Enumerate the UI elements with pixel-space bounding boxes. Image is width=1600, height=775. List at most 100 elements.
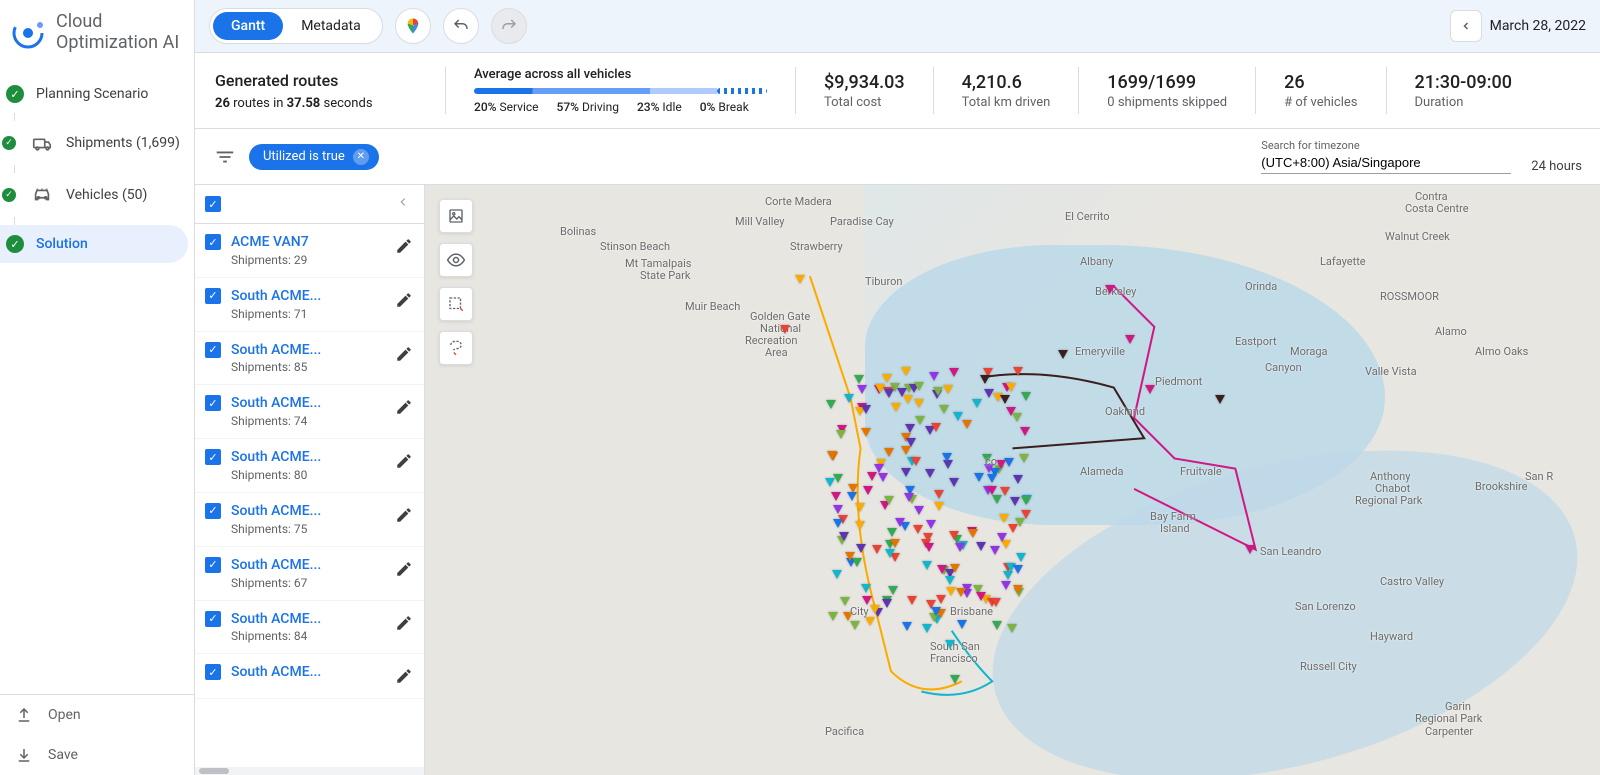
route-item[interactable]: ✓ South ACME... Shipments: 67 [195, 547, 424, 601]
tab-gantt[interactable]: Gantt [213, 12, 283, 40]
num-vehicles: 26 # of vehicles [1255, 67, 1385, 114]
save-button[interactable]: Save [0, 735, 194, 775]
map-controls [439, 199, 473, 365]
route-checkbox[interactable]: ✓ [205, 664, 221, 680]
route-name[interactable]: ACME VAN7 [231, 234, 382, 251]
generated-routes-sub: 26 routes in 37.58 seconds [215, 96, 417, 111]
lasso-icon [447, 339, 465, 357]
date-picker: March 28, 2022 [1450, 10, 1586, 42]
edit-route-button[interactable] [392, 611, 416, 635]
route-item[interactable]: ✓ ACME VAN7 Shipments: 29 [195, 224, 424, 278]
action-label: Open [48, 707, 81, 723]
edit-route-button[interactable] [392, 557, 416, 581]
route-name[interactable]: South ACME... [231, 395, 382, 412]
pencil-icon [395, 560, 413, 578]
nav-shipments[interactable]: ✓ Shipments (1,699) [0, 121, 188, 165]
nav-label: Solution [36, 236, 88, 252]
map-layers-button[interactable] [439, 199, 473, 233]
route-name[interactable]: South ACME... [231, 557, 382, 574]
route-list-body[interactable]: ✓ ACME VAN7 Shipments: 29 ✓ South ACME..… [195, 224, 424, 767]
upload-icon [14, 705, 34, 725]
route-name[interactable]: South ACME... [231, 342, 382, 359]
filter-icon [214, 146, 236, 168]
filter-button[interactable] [213, 145, 237, 169]
route-item[interactable]: ✓ South ACME... Shipments: 71 [195, 278, 424, 332]
brand-logo: Cloud Optimization AI [0, 0, 194, 65]
timezone-field: Search for timezone [1261, 139, 1511, 174]
filter-chip-utilized[interactable]: Utilized is true ✕ [249, 144, 379, 170]
route-shipments: Shipments: 71 [231, 307, 382, 321]
check-icon: ✓ [6, 85, 24, 103]
nav-vehicles[interactable]: ✓ Vehicles (50) [0, 173, 188, 217]
route-checkbox[interactable]: ✓ [205, 342, 221, 358]
avg-bar [474, 88, 767, 94]
route-item[interactable]: ✓ South ACME... Shipments: 80 [195, 439, 424, 493]
shipments-skipped: 1699/1699 0 shipments skipped [1078, 67, 1255, 114]
date-prev-button[interactable] [1450, 10, 1482, 42]
map-lasso-button[interactable] [439, 331, 473, 365]
pencil-icon [395, 398, 413, 416]
route-checkbox[interactable]: ✓ [205, 557, 221, 573]
route-item[interactable]: ✓ South ACME... [195, 654, 424, 699]
generated-routes: Generated routes 26 routes in 37.58 seco… [215, 67, 445, 114]
map-visibility-button[interactable] [439, 243, 473, 277]
route-checkbox[interactable]: ✓ [205, 395, 221, 411]
route-name[interactable]: South ACME... [231, 449, 382, 466]
image-icon [447, 207, 465, 225]
route-item[interactable]: ✓ South ACME... Shipments: 84 [195, 601, 424, 655]
route-checkbox[interactable]: ✓ [205, 611, 221, 627]
chip-remove-button[interactable]: ✕ [353, 149, 369, 165]
route-shipments: Shipments: 67 [231, 576, 382, 590]
collapse-panel-button[interactable] [392, 191, 414, 217]
edit-route-button[interactable] [392, 342, 416, 366]
edit-route-button[interactable] [392, 395, 416, 419]
route-name[interactable]: South ACME... [231, 664, 382, 681]
eye-icon [446, 250, 466, 270]
route-checkbox[interactable]: ✓ [205, 503, 221, 519]
brand-icon [10, 15, 46, 51]
open-button[interactable]: Open [0, 695, 194, 735]
nav-label: Shipments (1,699) [66, 135, 180, 151]
nav-planning-scenario[interactable]: ✓ Planning Scenario [0, 75, 188, 113]
route-checkbox[interactable]: ✓ [205, 449, 221, 465]
metric-title: Average across all vehicles [474, 67, 767, 82]
date-label: March 28, 2022 [1490, 18, 1586, 34]
tab-metadata[interactable]: Metadata [283, 12, 379, 40]
route-shipments: Shipments: 74 [231, 414, 382, 428]
route-checkbox[interactable]: ✓ [205, 234, 221, 250]
maps-pin-icon [404, 17, 422, 35]
view-toggle: Gantt Metadata [209, 8, 383, 44]
edit-route-button[interactable] [392, 288, 416, 312]
box-select-icon [447, 295, 465, 313]
edit-route-button[interactable] [392, 449, 416, 473]
maps-pin-button[interactable] [395, 8, 431, 44]
timezone-input[interactable] [1261, 152, 1511, 174]
route-name[interactable]: South ACME... [231, 288, 382, 305]
route-list: ✓ ✓ ACME VAN7 Shipments: 29 ✓ South ACME… [195, 185, 425, 775]
route-item[interactable]: ✓ South ACME... Shipments: 75 [195, 493, 424, 547]
route-name[interactable]: South ACME... [231, 611, 382, 628]
select-all-checkbox[interactable]: ✓ [205, 196, 221, 212]
map[interactable]: Corte MaderaBolinasMill ValleyParadise C… [425, 185, 1600, 775]
filter-bar: Utilized is true ✕ Search for timezone 2… [195, 129, 1600, 185]
undo-button[interactable] [443, 8, 479, 44]
route-item[interactable]: ✓ South ACME... Shipments: 74 [195, 385, 424, 439]
redo-button[interactable] [491, 8, 527, 44]
check-icon: ✓ [2, 136, 16, 150]
metric-title: Generated routes [215, 71, 417, 90]
pencil-icon [395, 237, 413, 255]
route-item[interactable]: ✓ South ACME... Shipments: 85 [195, 332, 424, 386]
route-checkbox[interactable]: ✓ [205, 288, 221, 304]
horizontal-scrollbar[interactable] [195, 767, 424, 775]
nav-solution[interactable]: ✓ Solution [0, 225, 188, 263]
pencil-icon [395, 291, 413, 309]
map-box-select-button[interactable] [439, 287, 473, 321]
edit-route-button[interactable] [392, 234, 416, 258]
edit-route-button[interactable] [392, 503, 416, 527]
timezone-duration: 24 hours [1531, 159, 1582, 174]
route-name[interactable]: South ACME... [231, 503, 382, 520]
edit-route-button[interactable] [392, 664, 416, 688]
pencil-icon [395, 452, 413, 470]
route-shipments: Shipments: 75 [231, 522, 382, 536]
bottom-actions: Open Save [0, 694, 194, 775]
